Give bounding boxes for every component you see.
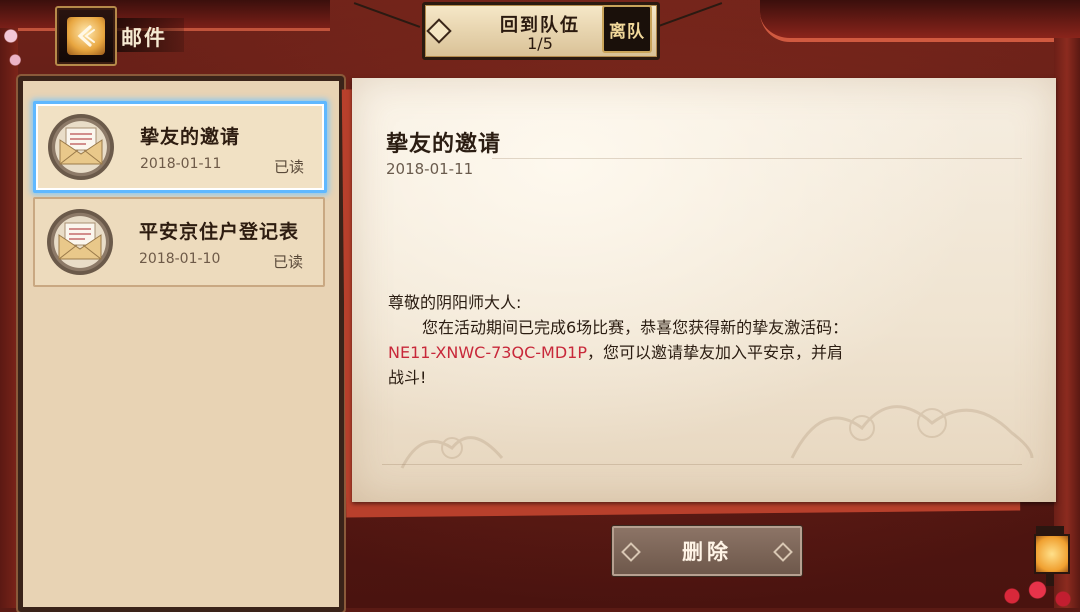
back-arrow-icon — [77, 25, 95, 47]
envelope-icon — [48, 114, 114, 180]
letter-body: 尊敬的阴阳师大人: 您在活动期间已完成6场比赛，恭喜您获得新的挚友激活码： NE… — [388, 290, 968, 390]
mail-item-registration[interactable]: 平安京住户登记表 2018-01-10 已读 — [33, 197, 325, 287]
letter-panel: 挚友的邀请 2018-01-11 尊敬的阴阳师大人: 您在活动期间已完成6场比赛… — [352, 78, 1056, 502]
pillar-left — [0, 28, 18, 608]
letter-line-rest: ，您可以邀请挚友加入平安京，并肩 — [586, 343, 843, 362]
diamond-ornament-icon — [426, 18, 452, 44]
mail-date: 2018-01-11 — [140, 156, 222, 172]
lantern-icon — [1030, 526, 1070, 586]
delete-button-label: 删除 — [682, 540, 732, 564]
letter-line: 您在活动期间已完成6场比赛，恭喜您获得新的挚友激活码： — [422, 318, 849, 337]
roof-right-decoration — [760, 0, 1080, 42]
cloud-pattern-icon — [400, 436, 504, 469]
mail-read-status: 已读 — [274, 158, 305, 176]
mail-item-friend-invite[interactable]: 挚友的邀请 2018-01-11 已读 — [33, 101, 327, 193]
mail-title: 平安京住户登记表 — [139, 221, 300, 243]
diamond-ornament-icon — [621, 542, 641, 562]
letter-greeting: 尊敬的阴阳师大人: — [388, 293, 522, 312]
blossom-decoration — [2, 18, 24, 78]
activation-code[interactable]: NE11-XNWC-73QC-MD1P — [388, 343, 587, 362]
divider — [382, 464, 1022, 465]
mail-read-status: 已读 — [273, 253, 304, 271]
divider — [492, 158, 1022, 159]
flowers-decoration — [995, 578, 1080, 608]
back-button[interactable] — [55, 6, 117, 66]
pillar-right — [1054, 38, 1080, 608]
page-title: 邮件 — [121, 26, 167, 50]
mail-title: 挚友的邀请 — [140, 126, 241, 148]
mail-list-panel: 挚友的邀请 2018-01-11 已读 平安京住户登记表 2018-01-10 … — [18, 76, 344, 612]
diamond-ornament-icon — [773, 542, 793, 562]
letter-line: 战斗! — [388, 368, 427, 387]
leave-team-button[interactable]: 离队 — [602, 5, 652, 53]
letter-title: 挚友的邀请 — [386, 132, 502, 157]
envelope-icon — [47, 209, 113, 275]
letter-line: NE11-XNWC-73QC-MD1P，您可以邀请挚友加入平安京，并肩 — [388, 340, 968, 365]
cloud-pattern-icon — [790, 405, 1034, 459]
mail-date: 2018-01-10 — [139, 251, 221, 267]
team-member-count: 1/5 — [527, 34, 553, 53]
letter-date: 2018-01-11 — [386, 160, 474, 178]
delete-button[interactable]: 删除 — [612, 526, 802, 576]
